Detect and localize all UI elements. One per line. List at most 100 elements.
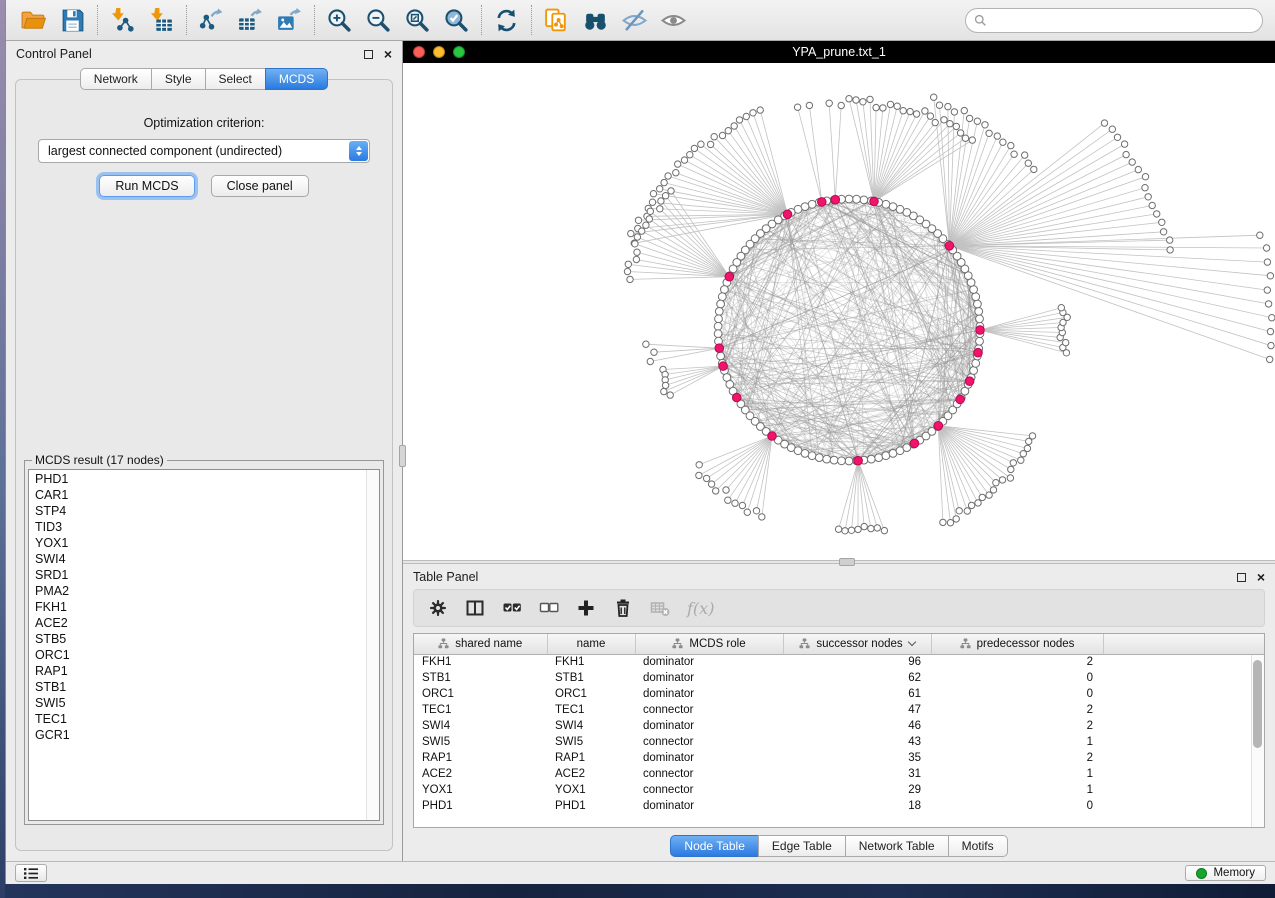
- cell-name[interactable]: ACE2: [547, 766, 635, 782]
- zoom-fit-button[interactable]: [398, 3, 437, 38]
- cell-predecessor-nodes[interactable]: 0: [931, 686, 1103, 702]
- cell-successor-nodes[interactable]: 47: [783, 702, 931, 718]
- network-graph[interactable]: [403, 63, 1275, 560]
- cell-successor-nodes[interactable]: 62: [783, 670, 931, 686]
- cell-mcds-role[interactable]: dominator: [635, 750, 783, 766]
- cell-predecessor-nodes[interactable]: 0: [931, 670, 1103, 686]
- cell-shared-name[interactable]: TEC1: [414, 702, 547, 718]
- cell-name[interactable]: ORC1: [547, 686, 635, 702]
- cell-shared-name[interactable]: YOX1: [414, 782, 547, 798]
- mcds-result-item[interactable]: SRD1: [35, 567, 365, 583]
- table-row[interactable]: RAP1 RAP1 dominator 35 2: [414, 750, 1264, 766]
- mcds-result-item[interactable]: FKH1: [35, 599, 365, 615]
- close-panel-icon[interactable]: ×: [384, 50, 392, 59]
- table-row[interactable]: STB1 STB1 dominator 62 0: [414, 670, 1264, 686]
- search-input[interactable]: [965, 8, 1263, 33]
- cell-shared-name[interactable]: STB1: [414, 670, 547, 686]
- cell-predecessor-nodes[interactable]: 0: [931, 798, 1103, 814]
- window-close-icon[interactable]: [413, 46, 425, 58]
- close-panel-button[interactable]: Close panel: [211, 175, 309, 197]
- vertical-splitter-grip[interactable]: [399, 445, 406, 467]
- cell-predecessor-nodes[interactable]: 2: [931, 718, 1103, 734]
- zoom-in-button[interactable]: [320, 3, 359, 38]
- control-panel-tab[interactable]: Network: [80, 68, 152, 90]
- cell-successor-nodes[interactable]: 46: [783, 718, 931, 734]
- float-panel-icon[interactable]: [364, 50, 373, 59]
- mcds-result-item[interactable]: STP4: [35, 503, 365, 519]
- mcds-result-item[interactable]: ACE2: [35, 615, 365, 631]
- zoom-selected-button[interactable]: [437, 3, 476, 38]
- table-row[interactable]: PHD1 PHD1 dominator 18 0: [414, 798, 1264, 814]
- cell-successor-nodes[interactable]: 96: [783, 654, 931, 670]
- cell-mcds-role[interactable]: dominator: [635, 686, 783, 702]
- table-scrollbar-thumb[interactable]: [1253, 660, 1262, 748]
- cell-name[interactable]: STB1: [547, 670, 635, 686]
- cell-shared-name[interactable]: ACE2: [414, 766, 547, 782]
- control-panel-tab[interactable]: Style: [151, 68, 206, 90]
- mcds-result-item[interactable]: SWI4: [35, 551, 365, 567]
- import-network-button[interactable]: [103, 3, 142, 38]
- cell-shared-name[interactable]: SWI4: [414, 718, 547, 734]
- zoom-out-button[interactable]: [359, 3, 398, 38]
- run-mcds-button[interactable]: Run MCDS: [99, 175, 194, 197]
- hide-unselected-button[interactable]: [615, 3, 654, 38]
- sort-chevron-icon[interactable]: [907, 638, 915, 646]
- cell-predecessor-nodes[interactable]: 1: [931, 782, 1103, 798]
- mcds-result-item[interactable]: TID3: [35, 519, 365, 535]
- column-header[interactable]: name: [547, 634, 635, 654]
- cell-predecessor-nodes[interactable]: 2: [931, 750, 1103, 766]
- cell-shared-name[interactable]: SWI5: [414, 734, 547, 750]
- add-column-icon[interactable]: [576, 598, 596, 618]
- cell-name[interactable]: YOX1: [547, 782, 635, 798]
- float-panel-icon[interactable]: [1237, 573, 1246, 582]
- cell-shared-name[interactable]: RAP1: [414, 750, 547, 766]
- table-row[interactable]: TEC1 TEC1 connector 47 2: [414, 702, 1264, 718]
- cell-mcds-role[interactable]: connector: [635, 734, 783, 750]
- export-network-button[interactable]: [192, 3, 231, 38]
- cell-name[interactable]: RAP1: [547, 750, 635, 766]
- horizontal-splitter[interactable]: [403, 560, 1275, 564]
- node-table[interactable]: shared name name MCDS role successor nod…: [414, 634, 1264, 814]
- cell-successor-nodes[interactable]: 18: [783, 798, 931, 814]
- mcds-result-item[interactable]: STB5: [35, 631, 365, 647]
- save-session-button[interactable]: [53, 3, 92, 38]
- cell-successor-nodes[interactable]: 29: [783, 782, 931, 798]
- list-scrollbar-track[interactable]: [366, 470, 379, 820]
- cell-mcds-role[interactable]: dominator: [635, 718, 783, 734]
- network-window-titlebar[interactable]: YPA_prune.txt_1: [403, 41, 1275, 63]
- horizontal-splitter-grip[interactable]: [839, 558, 855, 566]
- open-file-button[interactable]: [14, 3, 53, 38]
- control-panel-tab[interactable]: MCDS: [265, 68, 328, 90]
- table-scrollbar-track[interactable]: [1251, 655, 1264, 827]
- cell-mcds-role[interactable]: connector: [635, 782, 783, 798]
- cell-shared-name[interactable]: ORC1: [414, 686, 547, 702]
- cell-mcds-role[interactable]: connector: [635, 702, 783, 718]
- table-row[interactable]: YOX1 YOX1 connector 29 1: [414, 782, 1264, 798]
- mcds-result-item[interactable]: TEC1: [35, 711, 365, 727]
- import-table-button[interactable]: [142, 3, 181, 38]
- network-canvas[interactable]: [403, 63, 1275, 560]
- table-row[interactable]: FKH1 FKH1 dominator 96 2: [414, 654, 1264, 670]
- mcds-result-list[interactable]: PHD1 CAR1 STP4 TID3 YOX1 SWI4 SRD1: [28, 469, 380, 821]
- table-row[interactable]: SWI5 SWI5 connector 43 1: [414, 734, 1264, 750]
- table-row[interactable]: SWI4 SWI4 dominator 46 2: [414, 718, 1264, 734]
- table-tab[interactable]: Edge Table: [758, 835, 846, 857]
- cell-successor-nodes[interactable]: 31: [783, 766, 931, 782]
- mcds-result-item[interactable]: PMA2: [35, 583, 365, 599]
- delete-columns-trash-icon[interactable]: [613, 598, 633, 618]
- cell-predecessor-nodes[interactable]: 2: [931, 702, 1103, 718]
- select-all-checkboxes-icon[interactable]: [502, 598, 522, 618]
- cell-successor-nodes[interactable]: 43: [783, 734, 931, 750]
- mcds-result-item[interactable]: ORC1: [35, 647, 365, 663]
- share-document-button[interactable]: [537, 3, 576, 38]
- cell-name[interactable]: PHD1: [547, 798, 635, 814]
- cell-shared-name[interactable]: PHD1: [414, 798, 547, 814]
- column-header[interactable]: successor nodes: [783, 634, 931, 654]
- export-image-button[interactable]: [270, 3, 309, 38]
- cell-name[interactable]: TEC1: [547, 702, 635, 718]
- mcds-result-item[interactable]: YOX1: [35, 535, 365, 551]
- cell-name[interactable]: SWI5: [547, 734, 635, 750]
- cell-predecessor-nodes[interactable]: 1: [931, 734, 1103, 750]
- panel-list-button[interactable]: [15, 864, 47, 882]
- show-all-button[interactable]: [654, 3, 693, 38]
